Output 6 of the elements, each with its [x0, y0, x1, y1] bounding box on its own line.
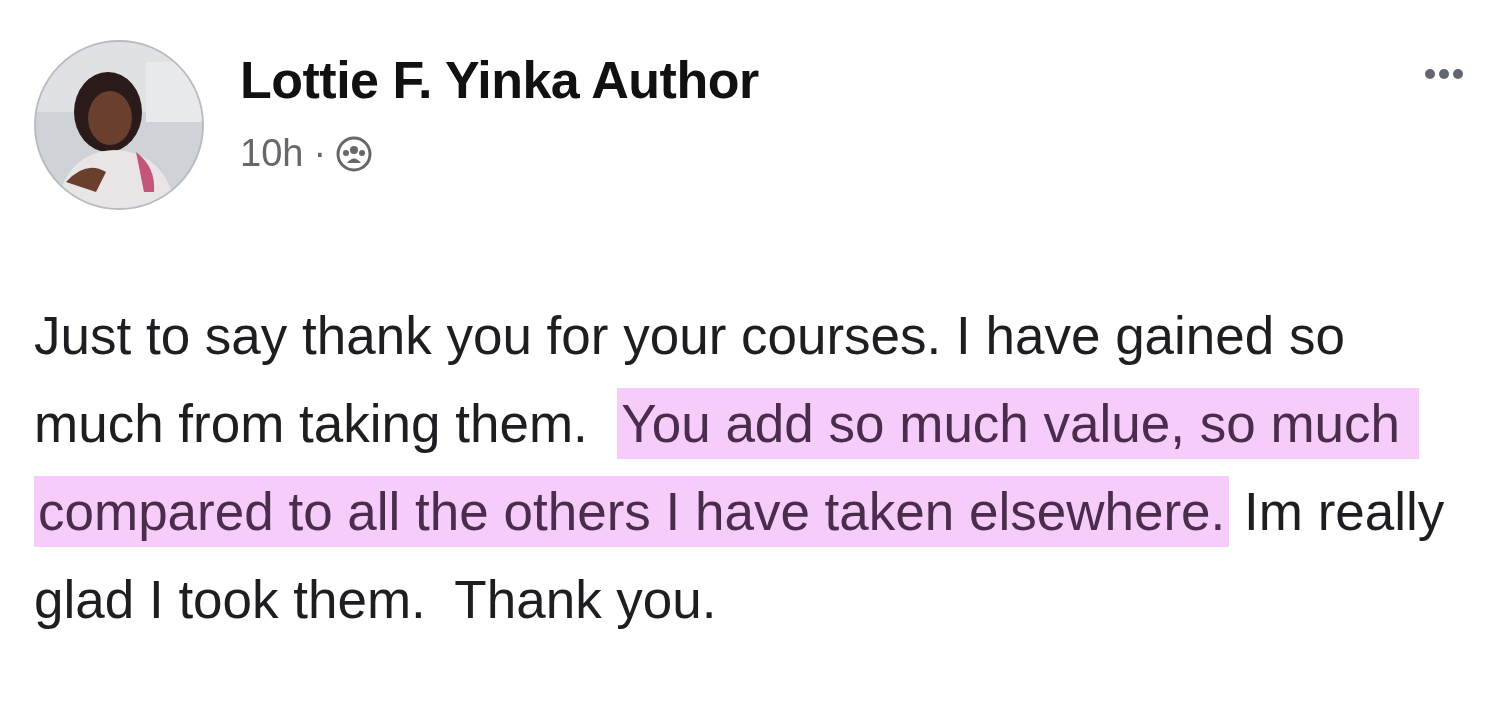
separator: ·: [313, 132, 327, 175]
group-icon: [336, 135, 373, 172]
post-text: Just to say thank you for your courses. I have gained so much from taking them. You add so much value, so much compared to all the others I have taken elsewhere. Im really glad I took them. Thank you.: [34, 305, 1446, 631]
author-name[interactable]: Lottie F. Yinka Author: [240, 50, 1388, 110]
more-icon[interactable]: [1424, 68, 1464, 80]
post-time[interactable]: 10h: [240, 132, 304, 175]
